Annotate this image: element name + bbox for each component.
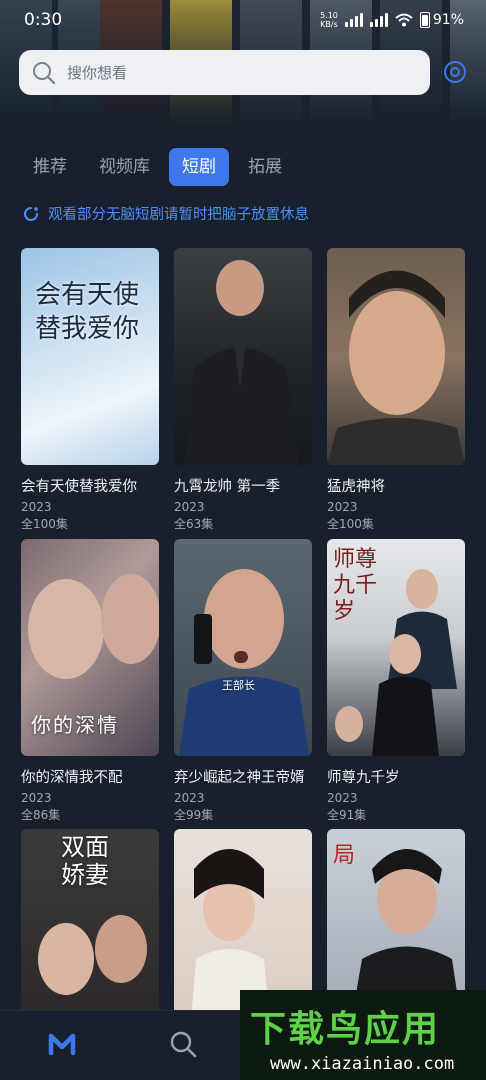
drama-episodes: 全99集 <box>174 808 214 822</box>
search-bar[interactable]: 搜你想看 <box>19 50 430 95</box>
drama-poster <box>327 248 465 465</box>
signal-icon-2 <box>369 13 388 27</box>
battery-indicator: 91% <box>419 12 464 28</box>
poster-title-text: 双面娇妻 <box>61 833 109 889</box>
poster-title-text: 局 <box>333 843 356 868</box>
drama-card[interactable]: 你的深情 你的深情我不配 2023 全86集 <box>21 539 159 822</box>
drama-year: 2023 <box>21 791 52 805</box>
tab-extensions[interactable]: 拓展 <box>235 148 295 186</box>
drama-title: 师尊九千岁 <box>327 770 400 786</box>
category-tabs: 推荐 视频库 短剧 拓展 <box>20 148 295 186</box>
poster-title-text: 会有天使替我爱你 <box>35 280 140 344</box>
poster-title-text: 你的深情 <box>31 713 119 737</box>
battery-icon <box>419 12 430 28</box>
watermark-main: 下载鸟应用 <box>250 1009 441 1050</box>
drama-title: 猛虎神将 <box>327 479 385 495</box>
watermark-url: www.xiazainiao.com <box>270 1054 455 1074</box>
search-icon <box>33 61 56 84</box>
poster-figure <box>327 270 465 465</box>
search-icon[interactable] <box>168 1029 198 1059</box>
watermark-logo: 下载鸟应用 www.xiazainiao.com <box>240 990 486 1080</box>
refresh-icon <box>24 206 38 221</box>
tab-video-library[interactable]: 视频库 <box>86 148 163 186</box>
poster-figure <box>179 569 309 756</box>
notice-banner: 观看部分无脑短剧请暂时把脑子放置休息 <box>22 203 309 224</box>
notice-text: 观看部分无脑短剧请暂时把脑子放置休息 <box>48 207 309 223</box>
drama-episodes: 全100集 <box>327 517 374 531</box>
drama-title: 弃少崛起之神王帝婿 <box>174 770 305 786</box>
drama-episodes: 全63集 <box>174 517 214 531</box>
status-bar: 0:30 5.10 KB/s 91% <box>0 0 486 42</box>
search-placeholder: 搜你想看 <box>67 64 128 82</box>
drama-card[interactable]: 师尊九千岁 师尊九千岁 2023 全91集 <box>327 539 465 822</box>
drama-year: 2023 <box>21 500 52 514</box>
drama-year: 2023 <box>327 500 358 514</box>
battery-level: 91% <box>432 12 464 28</box>
status-time: 0:30 <box>24 10 63 30</box>
drama-poster: 师尊九千岁 <box>327 539 465 756</box>
drama-card[interactable]: 九霄龙帅 第一季 2023 全63集 <box>174 248 312 531</box>
drama-poster: 会有天使替我爱你 <box>21 248 159 465</box>
drama-year: 2023 <box>174 500 205 514</box>
drama-card[interactable]: 会有天使替我爱你 会有天使替我爱你 2023 全100集 <box>21 248 159 531</box>
drama-poster: 你的深情 <box>21 539 159 756</box>
drama-poster: 王部长 <box>174 539 312 756</box>
poster-title-text: 师尊九千岁 <box>333 547 378 624</box>
drama-card[interactable]: 猛虎神将 2023 全100集 <box>327 248 465 531</box>
drama-episodes: 全91集 <box>327 808 367 822</box>
drama-episodes: 全100集 <box>21 517 68 531</box>
tab-recommend[interactable]: 推荐 <box>20 148 80 186</box>
drama-title: 九霄龙帅 第一季 <box>174 479 281 495</box>
drama-year: 2023 <box>327 791 358 805</box>
drama-title: 会有天使替我爱你 <box>21 479 137 495</box>
drama-poster <box>174 248 312 465</box>
drama-card[interactable]: 王部长 弃少崛起之神王帝婿 2023 全99集 <box>174 539 312 822</box>
tab-short-drama[interactable]: 短剧 <box>169 148 229 186</box>
net-speed: 5.10 KB/s <box>320 11 338 29</box>
wifi-icon <box>395 13 413 27</box>
signal-icon <box>344 13 363 27</box>
history-icon[interactable] <box>443 60 467 84</box>
drama-title: 你的深情我不配 <box>21 770 123 786</box>
poster-caption: 王部长 <box>222 679 255 692</box>
drama-year: 2023 <box>174 791 205 805</box>
home-m-icon[interactable] <box>47 1029 77 1059</box>
poster-figure <box>184 260 299 465</box>
drama-episodes: 全86集 <box>21 808 61 822</box>
